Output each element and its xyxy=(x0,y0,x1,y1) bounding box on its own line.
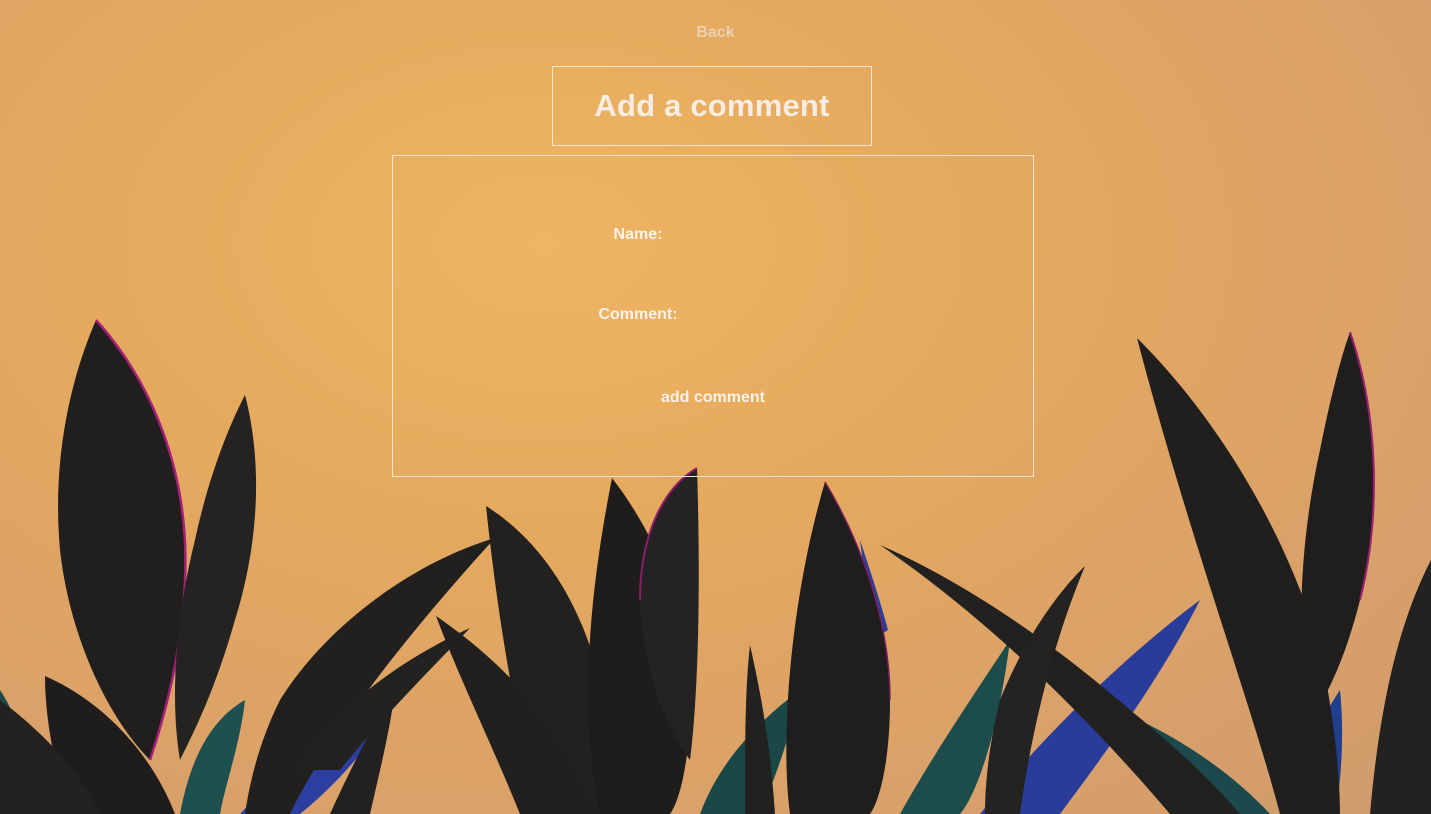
back-link[interactable]: Back xyxy=(0,24,1431,42)
page-title-box: Add a comment xyxy=(552,66,872,146)
comment-form: Name: Comment: add comment xyxy=(392,155,1034,477)
page-title: Add a comment xyxy=(594,88,830,123)
name-input[interactable] xyxy=(673,224,977,248)
comment-input[interactable] xyxy=(685,304,989,328)
add-comment-button[interactable]: add comment xyxy=(643,384,783,412)
